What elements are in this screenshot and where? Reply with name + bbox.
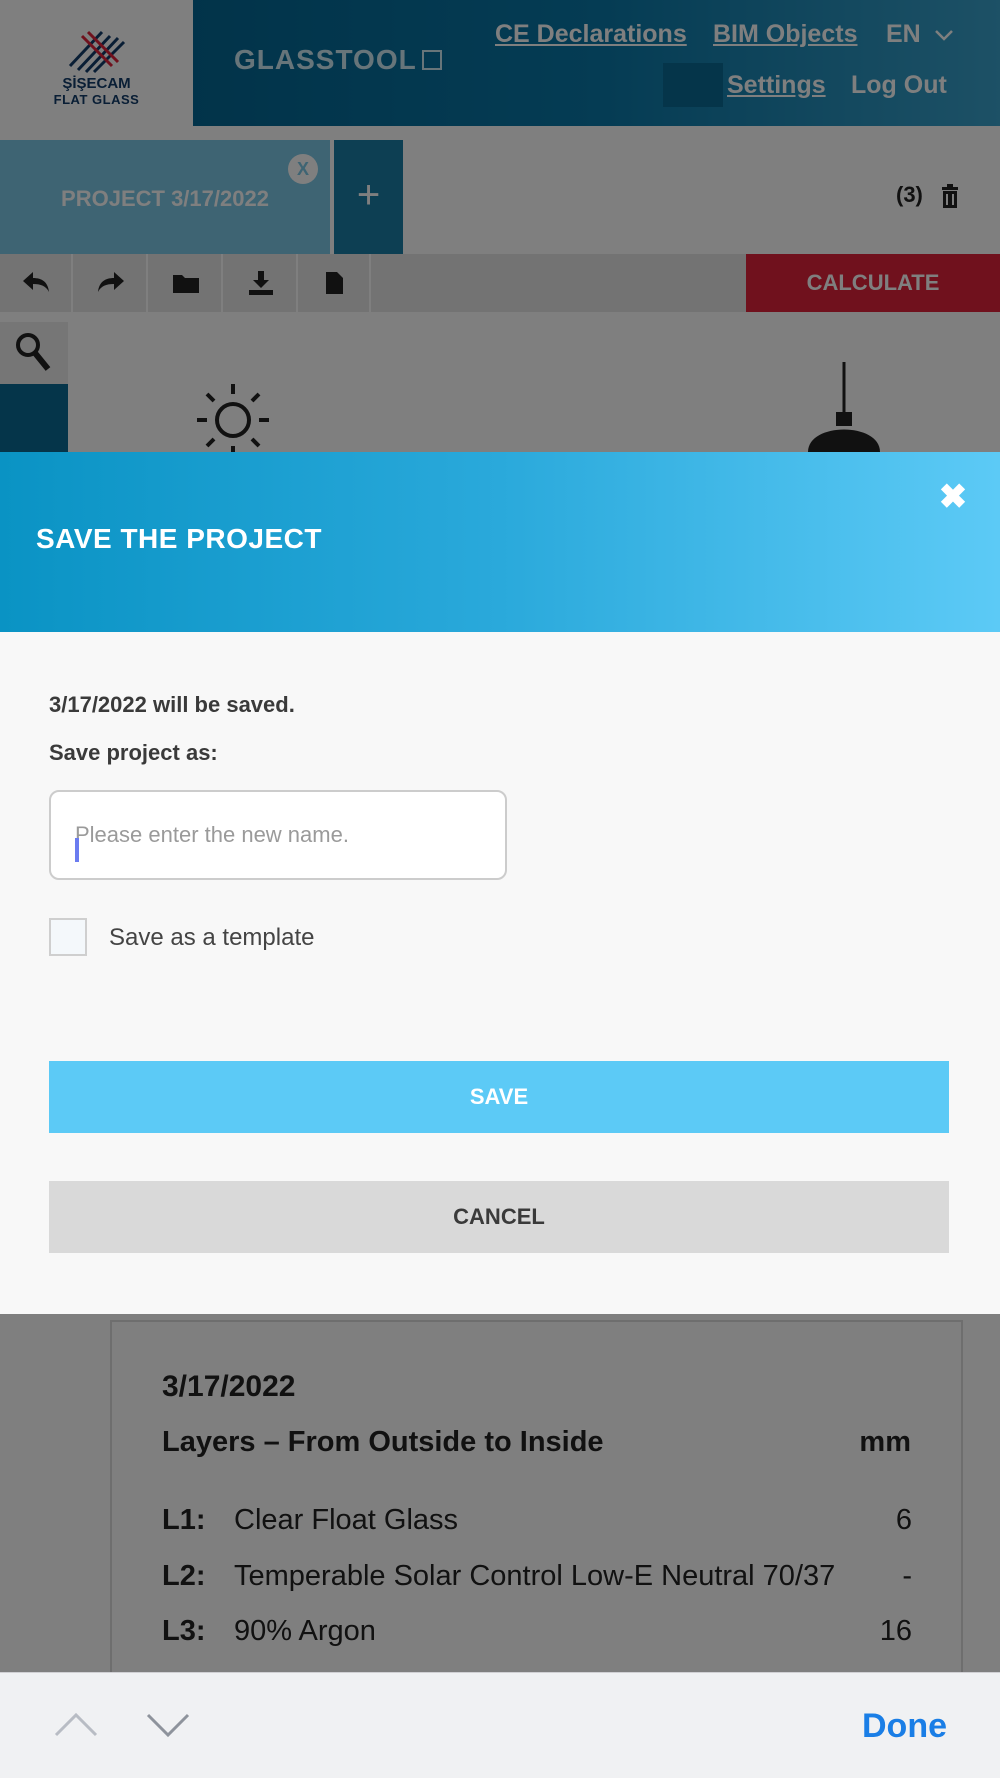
template-checkbox-label[interactable]: Save as a template <box>109 924 314 952</box>
save-button[interactable]: SAVE <box>49 1061 949 1133</box>
cancel-button[interactable]: CANCEL <box>49 1181 949 1253</box>
text-caret <box>75 838 79 862</box>
next-field-icon[interactable] <box>144 1705 192 1745</box>
keyboard-accessory-bar: Done <box>0 1672 1000 1778</box>
dialog-header: SAVE THE PROJECT ✖ <box>0 452 1000 632</box>
template-checkbox[interactable] <box>49 918 87 956</box>
close-icon[interactable]: ✖ <box>938 480 968 514</box>
save-project-dialog: SAVE THE PROJECT ✖ 3/17/2022 will be sav… <box>0 452 1000 1314</box>
save-message: 3/17/2022 will be saved. <box>49 692 295 717</box>
save-as-label: Save project as: <box>49 740 218 765</box>
dialog-title: SAVE THE PROJECT <box>36 523 322 554</box>
done-button[interactable]: Done <box>862 1707 947 1746</box>
project-name-input[interactable] <box>49 790 507 880</box>
previous-field-icon[interactable] <box>52 1705 100 1745</box>
